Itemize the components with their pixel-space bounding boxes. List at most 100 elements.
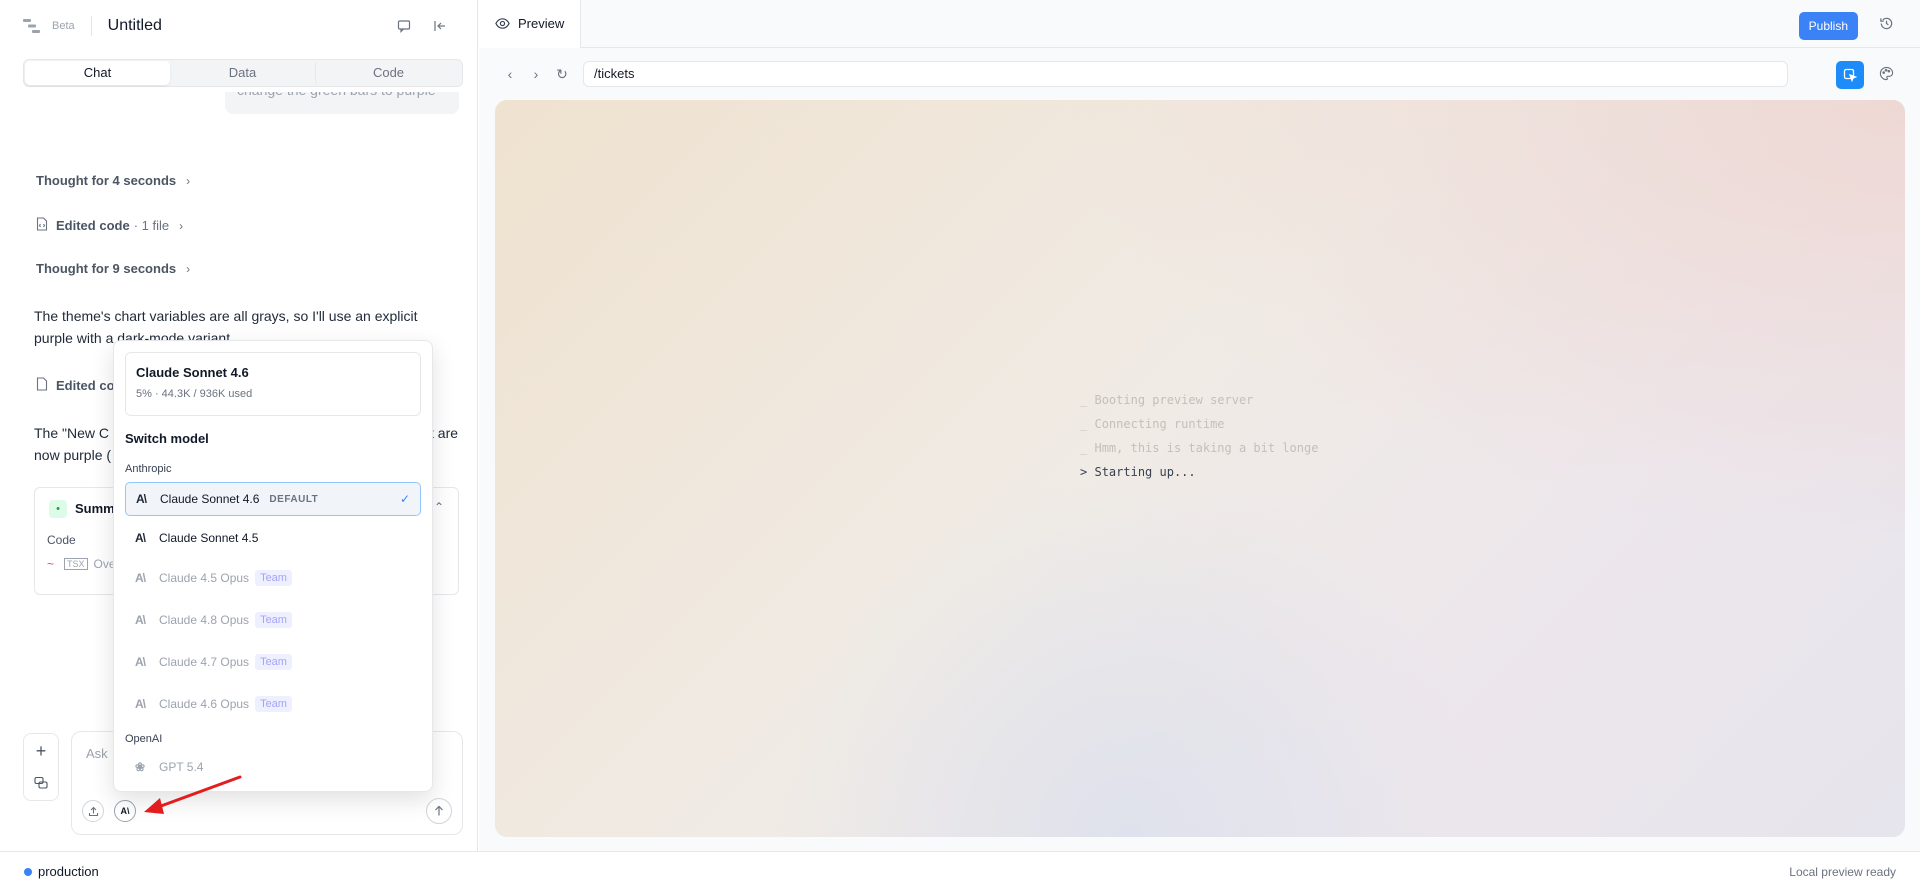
reload-icon[interactable]: ↻ [549, 66, 575, 83]
eye-icon [495, 18, 510, 29]
comment-icon[interactable] [389, 11, 419, 41]
chevron-right-icon: › [186, 173, 191, 188]
group-label-anthropic: Anthropic [125, 463, 172, 475]
assistant-message-fragment: now purple ( [34, 447, 112, 463]
panel-tabs: Chat Data Code [23, 59, 463, 87]
step-detail: · 1 file [133, 218, 170, 233]
group-label-openai: OpenAI [125, 733, 163, 745]
team-badge: Team [255, 612, 292, 628]
chat-topbar: Beta Untitled [0, 0, 477, 52]
tab-preview[interactable]: Preview [479, 0, 582, 48]
model-option[interactable]: A\ Claude 4.5 Opus Team [125, 561, 421, 595]
anthropic-icon: A\ [135, 531, 146, 545]
collapse-panel-icon[interactable] [425, 11, 455, 41]
environment-label[interactable]: production [38, 864, 1789, 879]
log-line: _ Hmm, this is taking a bit longer [1080, 441, 1318, 455]
check-icon: ✓ [399, 492, 410, 506]
model-option[interactable]: A\ Claude Sonnet 4.5 [125, 521, 421, 555]
anthropic-icon: A\ [135, 697, 146, 711]
edited-code-step[interactable]: Edited code · 1 file › [36, 217, 183, 234]
environment-status-dot [24, 867, 32, 876]
tab-data[interactable]: Data [170, 61, 315, 85]
file-code-icon [36, 217, 48, 234]
current-model-card: Claude Sonnet 4.6 5% · 44.3K / 936K used [125, 352, 421, 416]
edited-code-step[interactable]: Edited co [36, 377, 115, 394]
divider [90, 16, 92, 36]
assistant-message-fragment: The "New C [34, 425, 109, 441]
composer-side-actions: + [23, 733, 59, 801]
thought-step[interactable]: Thought for 9 seconds › [36, 261, 190, 276]
diff-icon: ~ [47, 557, 55, 571]
model-option-name: Claude Sonnet 4.5 [159, 531, 259, 545]
chevron-right-icon: › [186, 261, 191, 276]
preview-tab-label: Preview [518, 16, 565, 31]
palette-icon[interactable] [1879, 66, 1894, 84]
usage-text: 5% · 44.3K / 936K used [136, 388, 253, 400]
anthropic-icon: A\ [136, 492, 147, 506]
beta-label: Beta [52, 20, 75, 32]
inspect-button[interactable] [1836, 61, 1864, 89]
tab-chat[interactable]: Chat [25, 61, 170, 85]
team-badge: Team [255, 570, 292, 586]
anthropic-icon: A\ [120, 806, 130, 816]
log-line: _ Connecting runtime [1080, 417, 1225, 431]
forward-icon[interactable]: › [523, 66, 549, 82]
preview-panel: Preview Publish ‹ › ↻ /tickets _ Booting… [479, 0, 1920, 851]
chevron-right-icon: › [179, 218, 184, 233]
app-logo-icon [23, 19, 40, 33]
chevron-up-icon[interactable]: ⌃ [434, 500, 444, 514]
composer-input[interactable]: Ask [86, 746, 108, 761]
back-icon[interactable]: ‹ [497, 66, 523, 82]
commit-icon: • [49, 500, 67, 518]
preview-topbar: Preview Publish [479, 0, 1920, 48]
step-title: Thought for 9 seconds [36, 261, 177, 276]
upload-icon[interactable] [82, 800, 104, 822]
log-line: _ Booting preview server [1080, 393, 1254, 407]
user-message: change the green bars to purple [225, 92, 459, 114]
team-badge: Team [255, 696, 292, 712]
preview-status: Local preview ready [1789, 864, 1896, 879]
publish-button[interactable]: Publish [1798, 12, 1858, 40]
send-button[interactable] [426, 798, 452, 824]
tab-code[interactable]: Code [315, 61, 461, 85]
model-option-name: Claude 4.5 Opus [159, 571, 250, 585]
project-title[interactable]: Untitled [108, 17, 383, 35]
anthropic-icon: A\ [135, 655, 146, 669]
anthropic-icon: A\ [135, 613, 146, 627]
file-code-icon [36, 377, 48, 394]
team-badge: Team [255, 654, 292, 670]
background-gradient [777, 468, 1482, 837]
model-option[interactable]: A\ Claude 4.7 Opus Team [125, 645, 421, 679]
switch-model-heading: Switch model [125, 431, 209, 446]
summary-label: Summ [75, 501, 115, 516]
preview-frame[interactable]: _ Booting preview server _ Connecting ru… [495, 100, 1905, 837]
model-option[interactable]: A\ Claude 4.8 Opus Team [125, 603, 421, 637]
status-bar: production Local preview ready [0, 851, 1920, 891]
model-option-name: Claude 4.7 Opus [159, 655, 250, 669]
model-option[interactable]: A\ Claude Sonnet 4.6 DEFAULT ✓ [125, 482, 421, 516]
model-option-name: Claude 4.6 Opus [159, 697, 250, 711]
boot-log: _ Booting preview server _ Connecting ru… [1080, 388, 1318, 484]
step-title: Edited co [56, 378, 115, 393]
current-model-name: Claude Sonnet 4.6 [136, 365, 249, 380]
inspect-icon [1843, 68, 1857, 82]
assistant-message-fragment: t are [430, 425, 459, 441]
summary-code-label: Code [47, 533, 76, 547]
step-title: Edited code [56, 218, 130, 233]
model-option-name: Claude 4.8 Opus [159, 613, 250, 627]
model-option-name: Claude Sonnet 4.6 [160, 492, 260, 506]
default-badge: DEFAULT [269, 493, 319, 505]
annotation-arrow-icon [144, 775, 242, 814]
model-option[interactable]: A\ Claude 4.6 Opus Team [125, 687, 421, 721]
thought-step[interactable]: Thought for 4 seconds › [36, 173, 190, 188]
anthropic-icon: A\ [135, 571, 146, 585]
summary-file[interactable]: ~ TSX Over [47, 557, 120, 571]
tsx-file-icon: TSX [64, 558, 88, 570]
plus-icon[interactable]: + [36, 741, 47, 762]
log-line-current: > Starting up... [1080, 465, 1196, 479]
model-picker-popover: Claude Sonnet 4.6 5% · 44.3K / 936K used… [113, 340, 433, 792]
url-input[interactable]: /tickets [583, 61, 1788, 87]
history-icon[interactable] [1879, 16, 1894, 34]
chat-bubbles-icon[interactable] [34, 776, 48, 793]
step-title: Thought for 4 seconds [36, 173, 177, 188]
